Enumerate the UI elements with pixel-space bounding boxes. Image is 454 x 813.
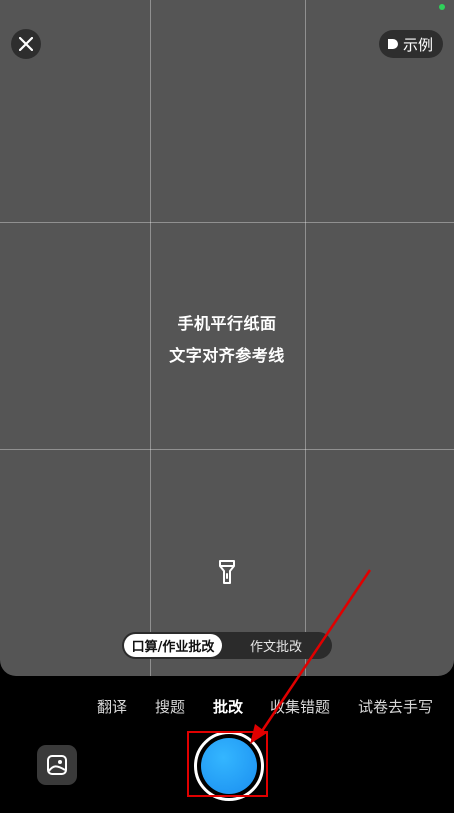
mode-option-homework[interactable]: 口算/作业批改: [124, 634, 222, 657]
grid-line-vertical: [305, 0, 306, 676]
mode-option-essay[interactable]: 作文批改: [222, 634, 330, 657]
play-icon: [387, 39, 398, 49]
tab-search-question[interactable]: 搜题: [155, 696, 185, 717]
hint-text-line2: 文字对齐参考线: [169, 346, 285, 365]
gallery-button[interactable]: [37, 745, 77, 785]
grid-line-vertical: [150, 0, 151, 676]
grid-line-horizontal: [0, 222, 454, 223]
example-label: 示例: [402, 35, 433, 54]
flashlight-icon: [219, 560, 235, 584]
camera-viewfinder[interactable]: 示例 手机平行纸面 文字对齐参考线 口算/作业批改 作文批改: [0, 0, 454, 676]
mode-tabs: 翻译 搜题 批改 收集错题 试卷去手写: [0, 692, 454, 720]
example-button[interactable]: 示例: [378, 30, 443, 58]
tab-collect-mistakes[interactable]: 收集错题: [270, 696, 330, 717]
tab-remove-handwriting[interactable]: 试卷去手写: [358, 696, 433, 717]
grid-line-horizontal: [0, 449, 454, 450]
gallery-icon: [47, 755, 67, 775]
tab-grade[interactable]: 批改: [213, 696, 243, 717]
close-icon: [19, 37, 33, 51]
hint-text-line1: 手机平行纸面: [177, 314, 277, 333]
close-button[interactable]: [11, 29, 41, 59]
annotation-highlight-box: [187, 731, 268, 797]
flashlight-button[interactable]: [216, 558, 238, 586]
status-indicator: [439, 4, 445, 10]
mode-switch: 口算/作业批改 作文批改: [122, 632, 332, 659]
tab-translate[interactable]: 翻译: [97, 696, 127, 717]
